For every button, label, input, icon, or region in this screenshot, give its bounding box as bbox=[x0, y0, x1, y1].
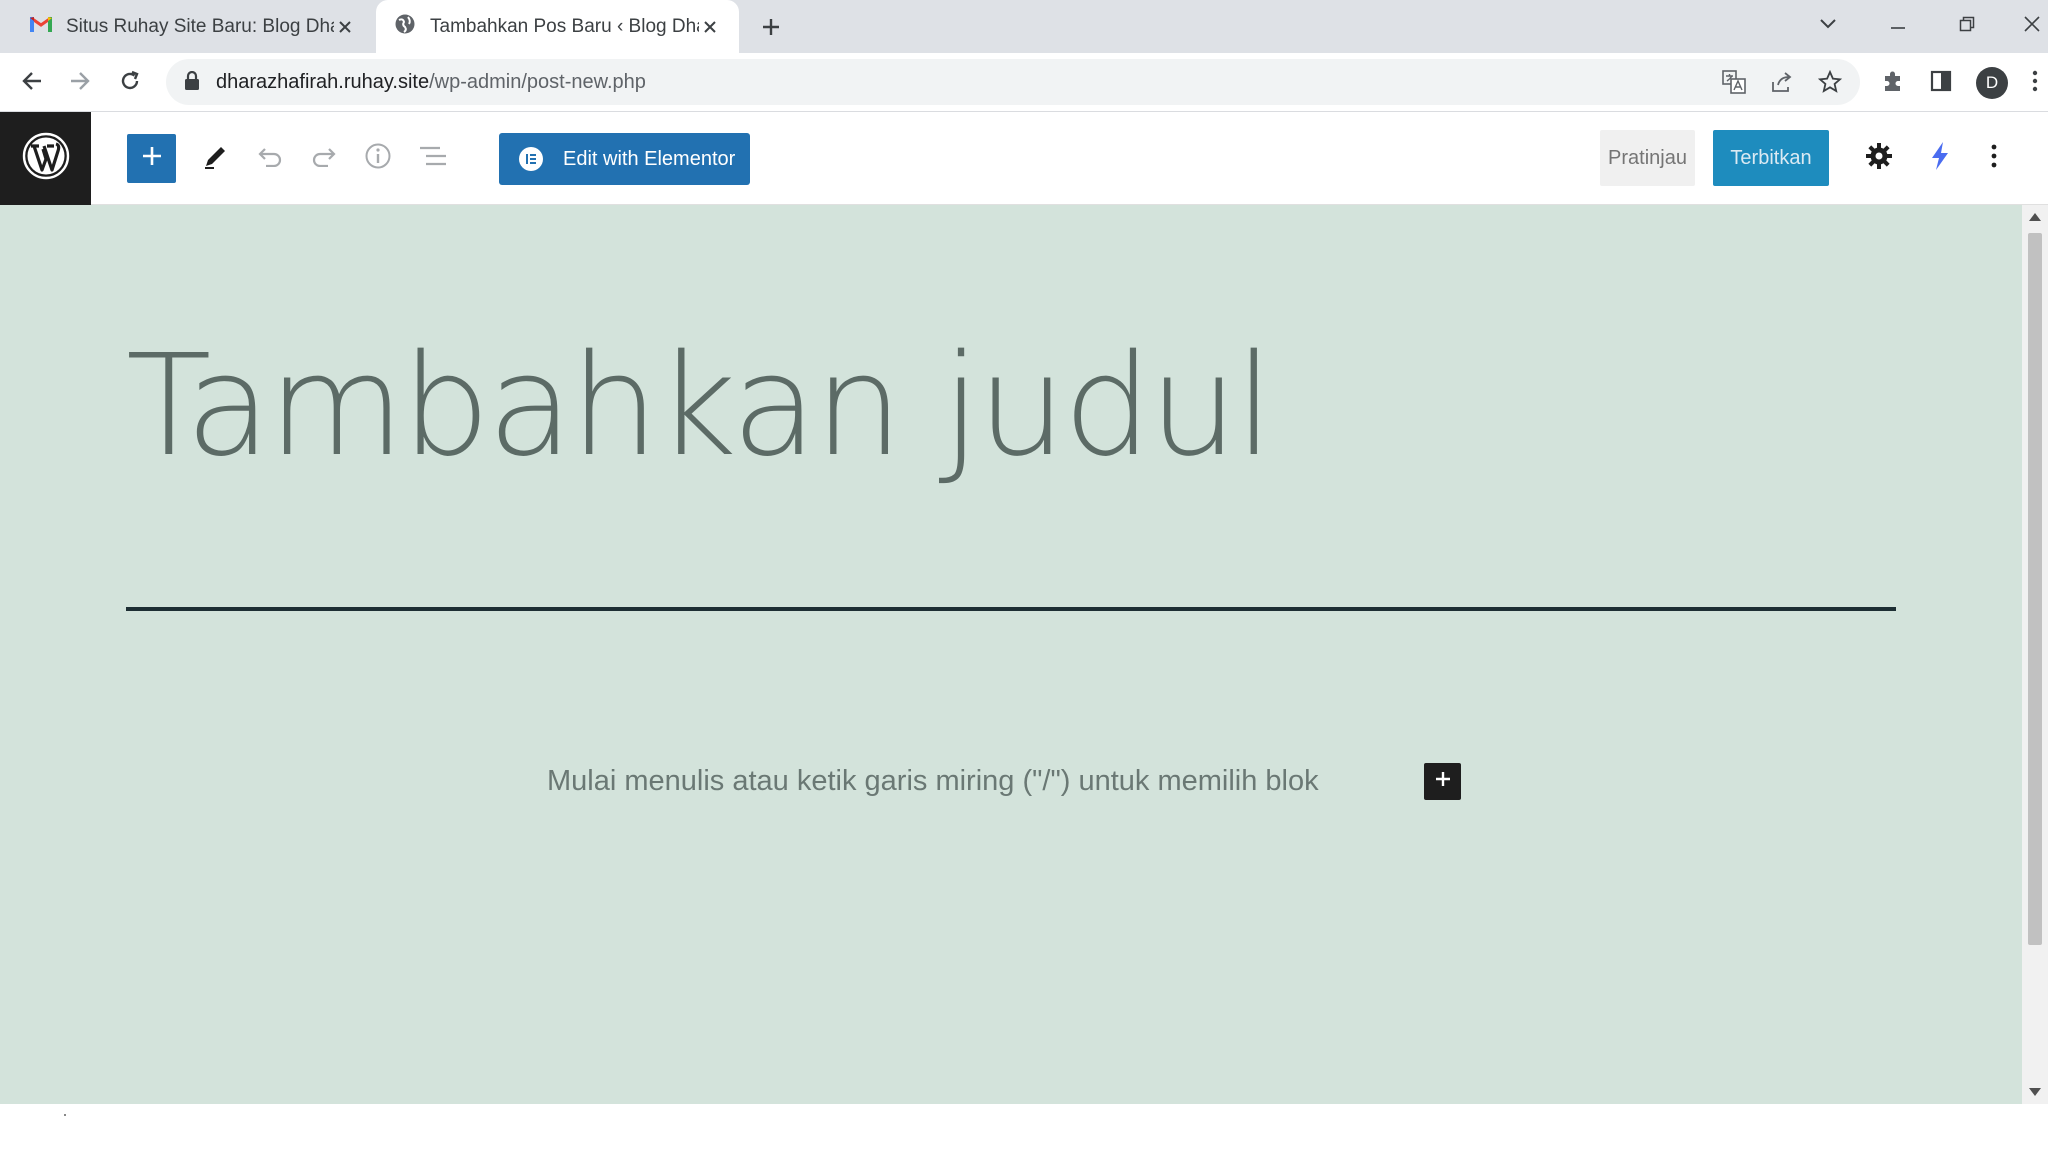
profile-avatar[interactable]: D bbox=[1976, 67, 2008, 99]
new-tab-button[interactable] bbox=[756, 12, 786, 42]
reload-button[interactable] bbox=[112, 65, 148, 101]
star-icon[interactable] bbox=[1816, 68, 1844, 96]
pencil-icon bbox=[202, 142, 230, 175]
lock-icon[interactable] bbox=[184, 70, 200, 96]
side-panel-button[interactable] bbox=[1923, 65, 1959, 101]
canvas-scrollbar[interactable] bbox=[2022, 205, 2048, 1104]
browser-tab-new-post[interactable]: Tambahkan Pos Baru ‹ Blog Dhara bbox=[376, 0, 739, 53]
close-icon[interactable] bbox=[334, 16, 356, 38]
editor-header: Edit with Elementor Pratinjau Terbitkan bbox=[0, 112, 2048, 205]
browser-menu-button[interactable] bbox=[2022, 65, 2048, 101]
close-icon[interactable] bbox=[699, 16, 721, 38]
translate-icon[interactable] bbox=[1720, 68, 1748, 96]
block-placeholder[interactable]: Mulai menulis atau ketik garis miring ("… bbox=[547, 765, 1319, 798]
extensions-button[interactable] bbox=[1875, 65, 1911, 101]
scroll-down-arrow[interactable] bbox=[2029, 1088, 2041, 1096]
side-panel-icon bbox=[1930, 70, 1952, 97]
minimize-button[interactable] bbox=[1878, 8, 1918, 44]
options-menu-button[interactable] bbox=[1974, 138, 2014, 178]
puzzle-icon bbox=[1881, 69, 1905, 98]
reload-icon bbox=[119, 70, 141, 97]
arrow-left-icon bbox=[21, 70, 43, 97]
url-text: dharazhafirah.ruhay.site/wp-admin/post-n… bbox=[216, 71, 646, 94]
editor-canvas[interactable]: Tambahkan judul Mulai menulis atau ketik… bbox=[0, 205, 2022, 1104]
post-title-input[interactable]: Tambahkan judul bbox=[126, 323, 1896, 491]
redo-icon bbox=[310, 145, 338, 172]
kebab-menu-icon bbox=[2032, 70, 2038, 97]
close-icon bbox=[2024, 15, 2040, 37]
browser-tab-strip: Situs Ruhay Site Baru: Blog Dhara Tambah… bbox=[0, 0, 2048, 53]
restore-button[interactable] bbox=[1947, 8, 1987, 44]
globe-icon bbox=[394, 13, 416, 41]
forward-button[interactable] bbox=[62, 65, 98, 101]
lightning-icon bbox=[1929, 141, 1951, 176]
edit-with-elementor-button[interactable]: Edit with Elementor bbox=[499, 133, 750, 185]
address-bar[interactable]: dharazhafirah.ruhay.site/wp-admin/post-n… bbox=[166, 59, 1860, 105]
undo-button[interactable] bbox=[250, 138, 290, 178]
minimize-icon bbox=[1890, 17, 1906, 35]
tools-button[interactable] bbox=[196, 138, 236, 178]
elementor-label: Edit with Elementor bbox=[563, 147, 736, 170]
restore-icon bbox=[1959, 16, 1975, 37]
kebab-menu-icon bbox=[1991, 144, 1997, 173]
details-button[interactable] bbox=[358, 138, 398, 178]
wordpress-logo-button[interactable] bbox=[0, 112, 91, 205]
tab-title: Situs Ruhay Site Baru: Blog Dhara bbox=[66, 15, 334, 37]
url-path: /wp-admin/post-new.php bbox=[429, 71, 646, 93]
add-block-button[interactable] bbox=[1424, 763, 1461, 800]
tab-title: Tambahkan Pos Baru ‹ Blog Dhara bbox=[430, 15, 699, 37]
block-inserter-button[interactable] bbox=[127, 134, 176, 183]
arrow-right-icon bbox=[69, 70, 91, 97]
gear-icon bbox=[1865, 142, 1893, 175]
wordpress-logo-icon bbox=[22, 132, 70, 185]
url-host: dharazhafirah.ruhay.site bbox=[216, 71, 430, 93]
scroll-up-arrow[interactable] bbox=[2029, 213, 2041, 221]
divider bbox=[64, 1114, 66, 1116]
plus-icon bbox=[141, 145, 163, 172]
title-separator bbox=[126, 607, 1896, 611]
elementor-icon bbox=[519, 147, 543, 171]
gmail-icon bbox=[30, 15, 52, 38]
browser-tab-gmail[interactable]: Situs Ruhay Site Baru: Blog Dhara bbox=[0, 0, 374, 53]
plus-icon bbox=[1434, 770, 1452, 793]
redo-button[interactable] bbox=[304, 138, 344, 178]
list-view-icon bbox=[418, 144, 448, 173]
settings-button[interactable] bbox=[1859, 138, 1899, 178]
browser-toolbar: dharazhafirah.ruhay.site/wp-admin/post-n… bbox=[0, 53, 2048, 112]
share-icon[interactable] bbox=[1768, 68, 1796, 96]
back-button[interactable] bbox=[14, 65, 50, 101]
scrollbar-thumb[interactable] bbox=[2028, 233, 2042, 945]
info-icon bbox=[364, 142, 392, 175]
undo-icon bbox=[256, 145, 284, 172]
tab-search-button[interactable] bbox=[1808, 8, 1848, 44]
list-view-button[interactable] bbox=[413, 138, 453, 178]
publish-button[interactable]: Terbitkan bbox=[1713, 130, 1829, 186]
preview-button[interactable]: Pratinjau bbox=[1600, 130, 1695, 186]
chevron-down-icon bbox=[1819, 17, 1837, 35]
bottom-strip bbox=[0, 1104, 2048, 1152]
performance-button[interactable] bbox=[1920, 138, 1960, 178]
close-window-button[interactable] bbox=[2016, 8, 2048, 44]
